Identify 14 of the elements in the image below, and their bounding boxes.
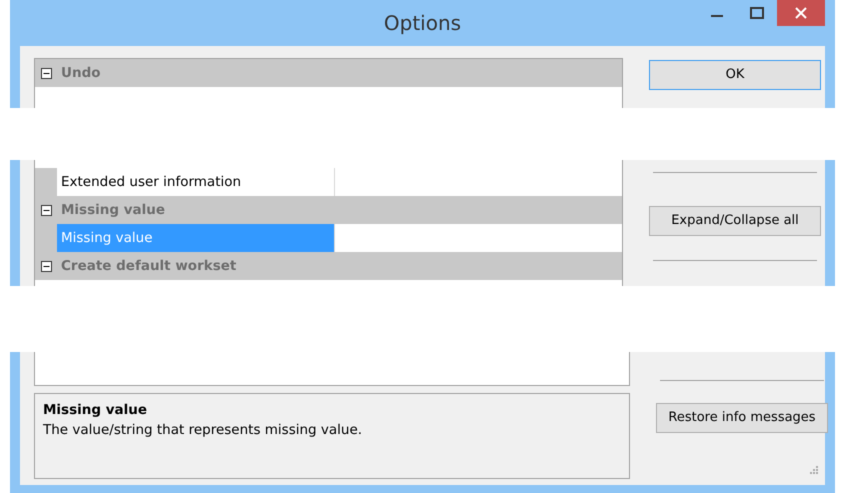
- category-header: Missing value: [57, 196, 622, 224]
- category-header: Undo: [57, 59, 622, 87]
- window-title: Options: [384, 10, 462, 37]
- description-text: The value/string that represents missing value.: [43, 421, 364, 440]
- close-icon: [795, 7, 807, 19]
- collapse-icon[interactable]: [40, 68, 52, 78]
- button[interactable]: Restore info messages: [656, 403, 828, 432]
- button[interactable]: OK: [649, 60, 821, 90]
- button[interactable]: Expand/Collapse all: [649, 206, 821, 236]
- close-button[interactable]: [777, 0, 825, 26]
- description-title: Missing value: [43, 401, 148, 420]
- category-header: Create default workset: [57, 252, 622, 280]
- collapse-icon[interactable]: [40, 260, 52, 272]
- collapse-icon[interactable]: [40, 204, 52, 216]
